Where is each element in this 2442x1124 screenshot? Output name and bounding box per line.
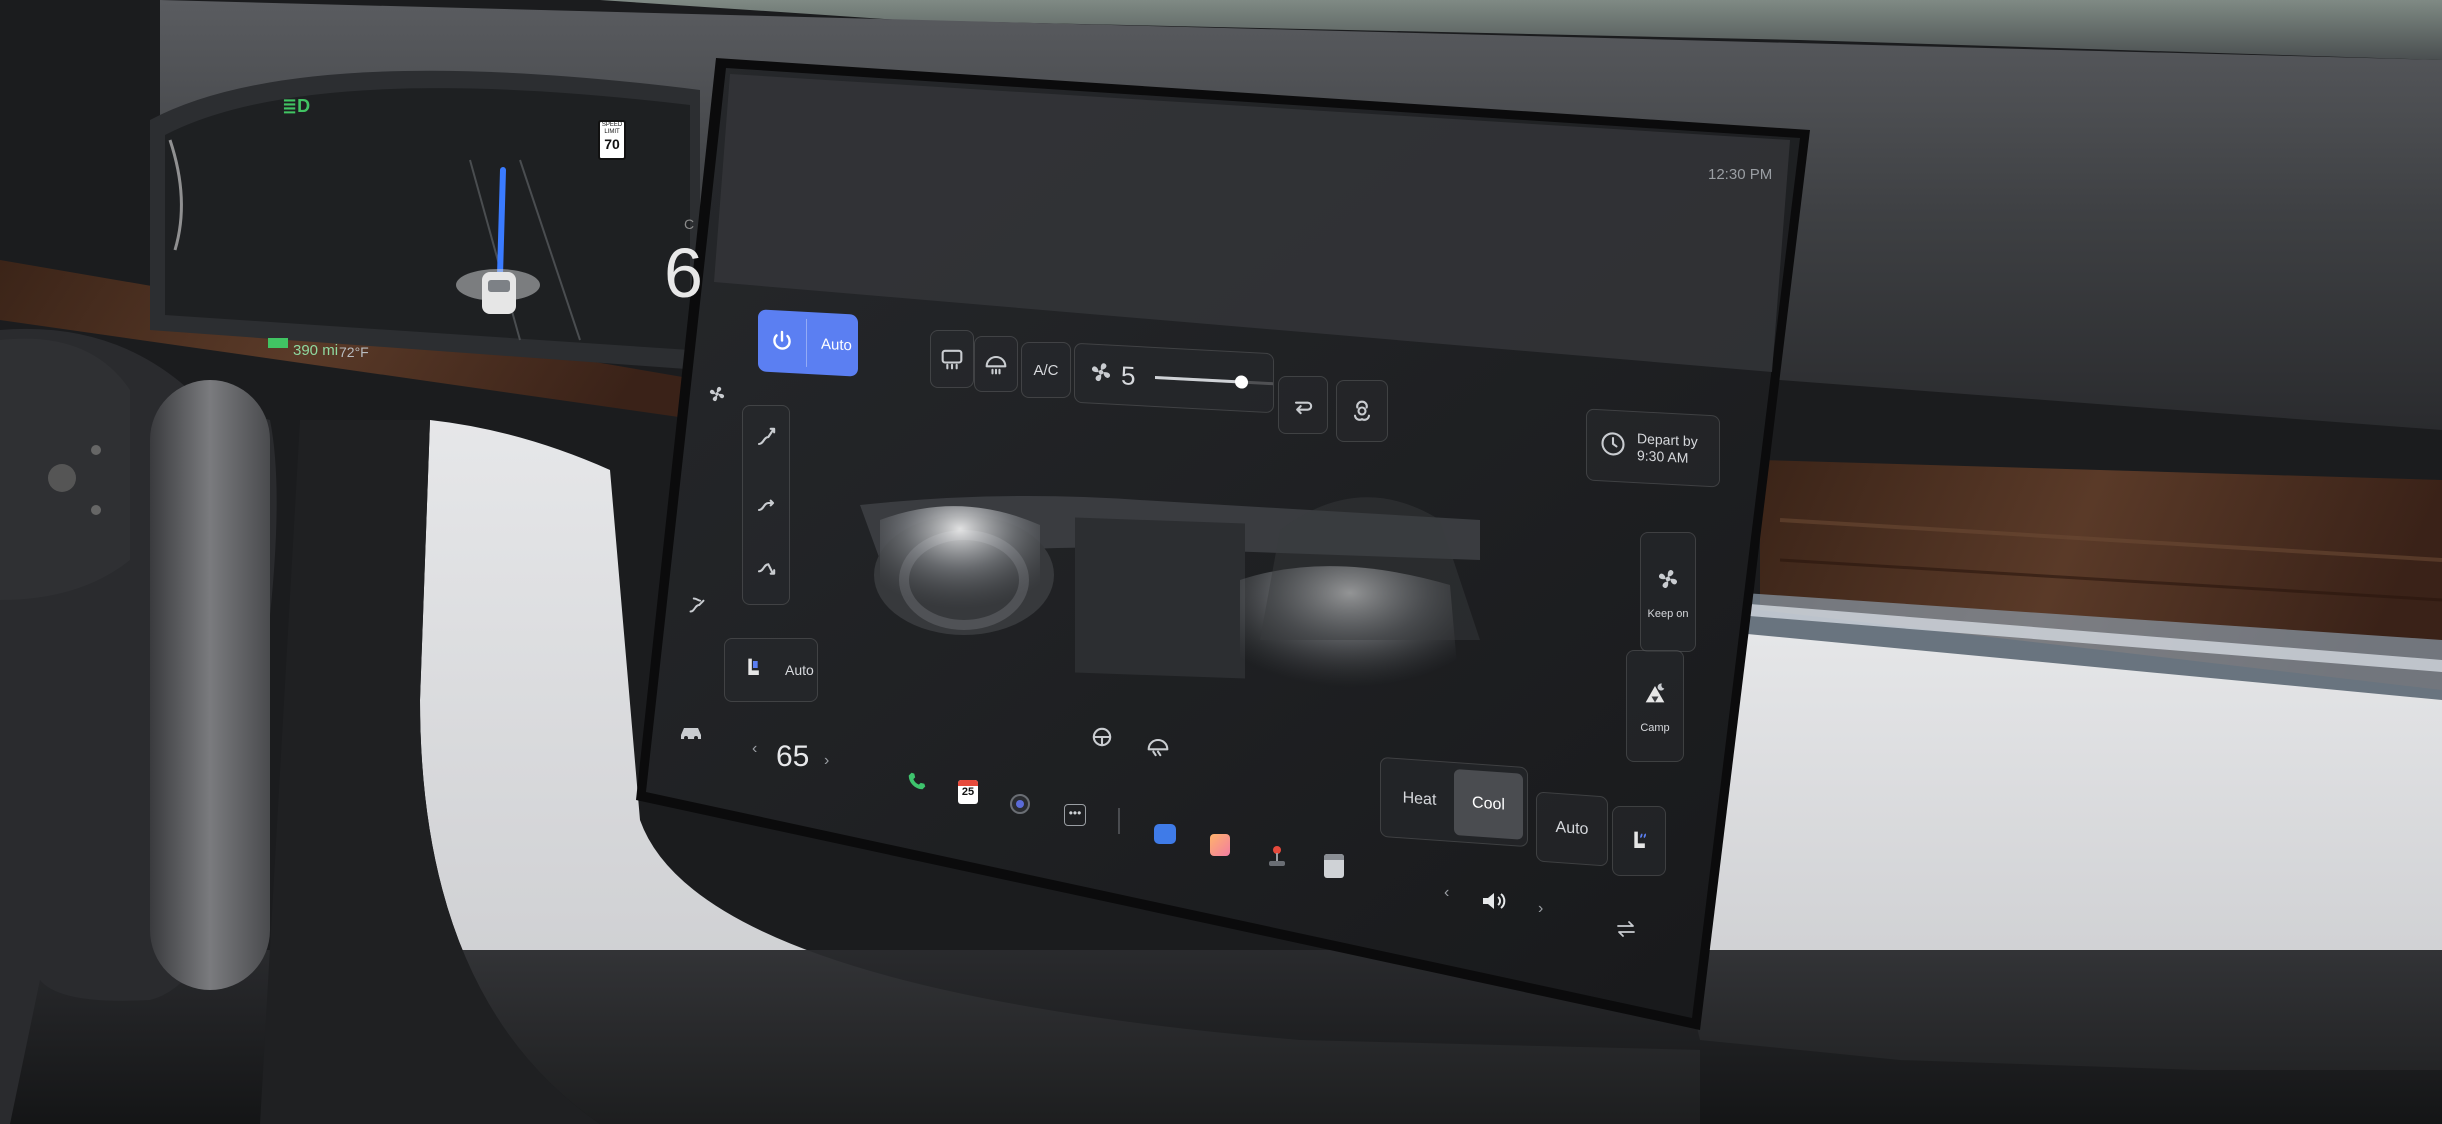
messages-icon[interactable] bbox=[1154, 824, 1176, 844]
fan-speed-fill bbox=[1154, 375, 1242, 384]
photos-icon[interactable] bbox=[1210, 834, 1230, 856]
seat-heater-button[interactable] bbox=[1612, 806, 1666, 876]
temp-decrease-button[interactable]: ‹ bbox=[752, 740, 757, 758]
clock-icon bbox=[1599, 429, 1627, 463]
seat-auto-label: Auto bbox=[785, 662, 814, 678]
ac-button[interactable]: A/C bbox=[1021, 342, 1071, 398]
ac-label: A/C bbox=[1033, 361, 1059, 379]
notes-icon[interactable] bbox=[1324, 854, 1344, 878]
depart-by-button[interactable]: Depart by 9:30 AM bbox=[1586, 408, 1720, 488]
heat-button[interactable]: Heat bbox=[1385, 788, 1454, 811]
calendar-icon[interactable]: 25 bbox=[958, 780, 978, 804]
fan-speed-track[interactable] bbox=[1154, 374, 1273, 389]
cool-button[interactable]: Cool bbox=[1454, 769, 1523, 840]
seat-climate-auto-button[interactable]: Auto bbox=[724, 638, 818, 702]
steering-heat-button[interactable] bbox=[1082, 712, 1122, 762]
clock: 12:30 PM bbox=[1708, 166, 1773, 183]
bioweapon-defense-button[interactable] bbox=[1336, 380, 1388, 442]
fan-icon bbox=[706, 383, 728, 410]
rear-defrost-button[interactable] bbox=[930, 330, 974, 388]
camera-icon[interactable] bbox=[1010, 794, 1030, 814]
temp-increase-button[interactable]: › bbox=[824, 752, 829, 770]
wiper-defrost-button[interactable] bbox=[1138, 722, 1178, 772]
front-defrost-button[interactable] bbox=[974, 336, 1018, 392]
climate-auto-button[interactable]: Auto bbox=[1536, 791, 1608, 867]
calendar-day: 25 bbox=[961, 786, 975, 798]
volume-icon[interactable] bbox=[1480, 890, 1508, 917]
climate-power-auto-button[interactable]: Auto bbox=[758, 309, 858, 377]
airflow-upper-icon[interactable] bbox=[752, 423, 780, 456]
camp-mode-button[interactable]: Camp bbox=[1626, 650, 1684, 762]
car-icon[interactable] bbox=[678, 722, 704, 747]
depart-time: 9:30 AM bbox=[1637, 447, 1689, 466]
fan-speed-icon bbox=[1087, 357, 1115, 391]
climate-auto-label: Auto bbox=[1555, 818, 1589, 839]
power-auto-label: Auto bbox=[821, 335, 852, 354]
more-icon[interactable]: ••• bbox=[1064, 804, 1086, 826]
power-icon bbox=[758, 327, 806, 356]
phone-icon[interactable] bbox=[906, 770, 928, 797]
seat-icon bbox=[739, 654, 767, 687]
keep-on-label: Keep on bbox=[1647, 607, 1689, 620]
camp-label: Camp bbox=[1640, 721, 1670, 734]
heat-cool-selector: Heat Cool bbox=[1380, 756, 1528, 848]
airflow-lower-icon[interactable] bbox=[752, 555, 780, 588]
volume-decrease-button[interactable]: ‹ bbox=[1444, 884, 1449, 902]
touchscreen: 12:30 PM Auto Auto A/C 5 Depart by 9:30 … bbox=[0, 0, 2442, 1124]
fan-speed-knob[interactable] bbox=[1235, 374, 1249, 389]
swap-icon[interactable] bbox=[1614, 918, 1638, 945]
fan-speed-value: 5 bbox=[1121, 359, 1136, 391]
joystick-icon[interactable] bbox=[1266, 844, 1288, 873]
fan-speed-control[interactable]: 5 bbox=[1074, 342, 1274, 414]
airflow-side-icon[interactable] bbox=[684, 592, 710, 623]
keep-on-fan-icon bbox=[1654, 565, 1682, 598]
app-divider bbox=[1118, 808, 1120, 834]
keep-on-button[interactable]: Keep on bbox=[1640, 532, 1696, 652]
volume-increase-button[interactable]: › bbox=[1538, 900, 1543, 918]
temperature-setpoint: 65 bbox=[776, 740, 810, 773]
camp-tent-icon bbox=[1641, 679, 1669, 712]
airflow-middle-icon[interactable] bbox=[752, 489, 780, 522]
recirculate-button[interactable] bbox=[1278, 376, 1328, 434]
vent-mode-column bbox=[742, 405, 790, 605]
